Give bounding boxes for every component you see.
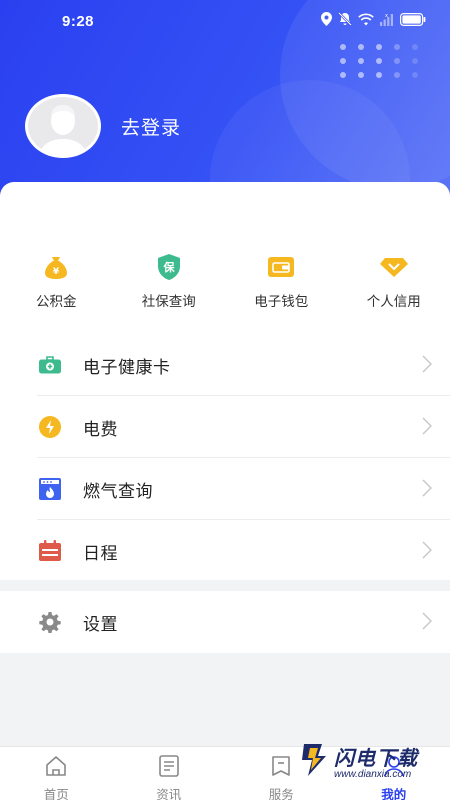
menu-item-gas-query[interactable]: 燃气查询 <box>0 458 450 520</box>
quick-action-personal-credit[interactable]: 个人信用 <box>338 252 450 312</box>
chevron-right-icon <box>422 612 433 635</box>
wallet-icon <box>266 252 296 282</box>
menu-item-label: 电费 <box>83 419 118 439</box>
tab-label: 服务 <box>268 788 294 800</box>
gas-stove-icon <box>37 477 63 501</box>
tab-label: 资讯 <box>156 788 182 800</box>
calendar-icon <box>37 539 63 563</box>
watermark-subtitle: www.dianxia.com <box>334 769 412 780</box>
menu-item-settings[interactable]: 设置 <box>0 591 450 653</box>
menu-item-health-card[interactable]: 电子健康卡 <box>0 334 450 396</box>
watermark-logo-icon <box>300 742 330 781</box>
chevron-right-icon <box>422 541 433 564</box>
location-icon <box>321 12 332 26</box>
mute-bell-icon <box>338 12 352 26</box>
main-card: ¥ 公积金 保 社保查询 电子钱包 个人信用 电子健康卡 电费 燃气查询 日程 <box>0 182 450 580</box>
quick-action-housing-fund[interactable]: ¥ 公积金 <box>0 252 113 312</box>
login-link[interactable]: 去登录 <box>121 113 181 140</box>
watermark-title: 闪电下载 <box>334 748 418 770</box>
money-bag-icon: ¥ <box>41 252 71 282</box>
decorative-dots <box>336 40 418 80</box>
battery-icon <box>400 12 426 26</box>
quick-action-label: 社保查询 <box>141 294 196 309</box>
menu-item-label: 日程 <box>83 543 118 563</box>
chevron-right-icon <box>422 417 433 440</box>
svg-text:¥: ¥ <box>53 267 60 277</box>
menu-item-label: 燃气查询 <box>83 481 153 501</box>
service-icon <box>270 755 292 782</box>
signal-icon: x <box>380 13 394 26</box>
profile-section[interactable]: 去登录 <box>25 94 181 158</box>
quick-action-social-security[interactable]: 保 社保查询 <box>113 252 226 312</box>
svg-text:保: 保 <box>162 260 175 274</box>
shield-icon: 保 <box>154 252 184 282</box>
home-icon <box>45 755 67 782</box>
menu-item-label: 电子健康卡 <box>83 357 171 377</box>
chevron-right-icon <box>422 479 433 502</box>
tab-label: 我的 <box>381 788 407 800</box>
avatar[interactable] <box>25 94 101 158</box>
status-time: 9:28 <box>62 13 95 30</box>
watermark: 闪电下载 www.dianxia.com <box>300 738 440 784</box>
diamond-icon <box>379 252 409 282</box>
quick-actions: ¥ 公积金 保 社保查询 电子钱包 个人信用 <box>0 252 450 312</box>
service-menu: 电子健康卡 电费 燃气查询 日程 <box>0 334 450 582</box>
tab-home[interactable]: 首页 <box>0 747 113 800</box>
chevron-right-icon <box>422 355 433 378</box>
menu-item-label: 设置 <box>83 614 118 634</box>
gear-icon <box>37 610 63 634</box>
quick-action-e-wallet[interactable]: 电子钱包 <box>225 252 338 312</box>
tab-news[interactable]: 资讯 <box>113 747 226 800</box>
status-bar: 9:28 x <box>0 0 450 42</box>
tab-label: 首页 <box>43 788 69 800</box>
medical-kit-icon <box>37 353 63 377</box>
news-icon <box>158 755 180 782</box>
menu-item-schedule[interactable]: 日程 <box>0 520 450 582</box>
lightning-icon <box>37 415 63 439</box>
menu-item-electricity[interactable]: 电费 <box>0 396 450 458</box>
wifi-icon <box>358 13 374 26</box>
quick-action-label: 个人信用 <box>366 294 421 309</box>
quick-action-label: 电子钱包 <box>254 294 309 309</box>
quick-action-label: 公积金 <box>36 294 77 309</box>
svg-text:x: x <box>385 13 388 19</box>
